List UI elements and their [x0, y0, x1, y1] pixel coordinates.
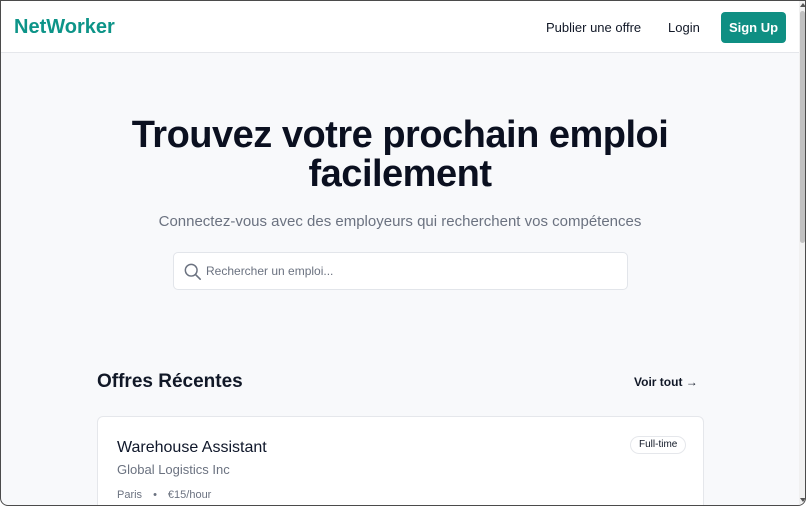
nav-login-link[interactable]: Login [668, 20, 700, 35]
see-all-link[interactable]: Voir tout → [634, 375, 698, 389]
job-company: Global Logistics Inc [117, 462, 230, 477]
hero-title-line-1: Trouvez votre prochain emploi [131, 114, 669, 156]
search-input[interactable] [206, 253, 616, 289]
hero-subtitle: Connectez-vous avec des employeurs qui r… [158, 213, 642, 230]
logo[interactable]: NetWorker [14, 16, 115, 39]
signup-button[interactable]: Sign Up [721, 12, 786, 43]
job-title[interactable]: Warehouse Assistant [117, 439, 267, 457]
job-meta: Paris • €15/hour [117, 489, 211, 501]
scroll-down-arrow-icon[interactable] [800, 498, 805, 502]
section-title: Offres Récentes [97, 371, 243, 392]
top-navbar: NetWorker Publier une offre Login Sign U… [1, 1, 799, 53]
scroll-up-arrow-icon[interactable] [800, 3, 805, 7]
vertical-scrollbar[interactable] [799, 1, 805, 505]
job-card[interactable]: Warehouse Assistant Global Logistics Inc… [97, 416, 704, 505]
job-location: Paris [117, 489, 143, 501]
hero-title: Trouvez votre prochain emploi facilement [1, 116, 799, 194]
nav-publish-offer-link[interactable]: Publier une offre [546, 20, 641, 35]
meta-separator: • [153, 489, 157, 501]
hero-title-line-2: facilement [308, 153, 492, 195]
search-icon [184, 263, 202, 281]
scrollbar-thumb[interactable] [800, 11, 805, 243]
browser-viewport: NetWorker Publier une offre Login Sign U… [0, 0, 806, 506]
job-salary: €15/hour [167, 489, 212, 501]
search-box[interactable] [173, 252, 628, 290]
job-type-badge: Full-time [630, 436, 687, 454]
